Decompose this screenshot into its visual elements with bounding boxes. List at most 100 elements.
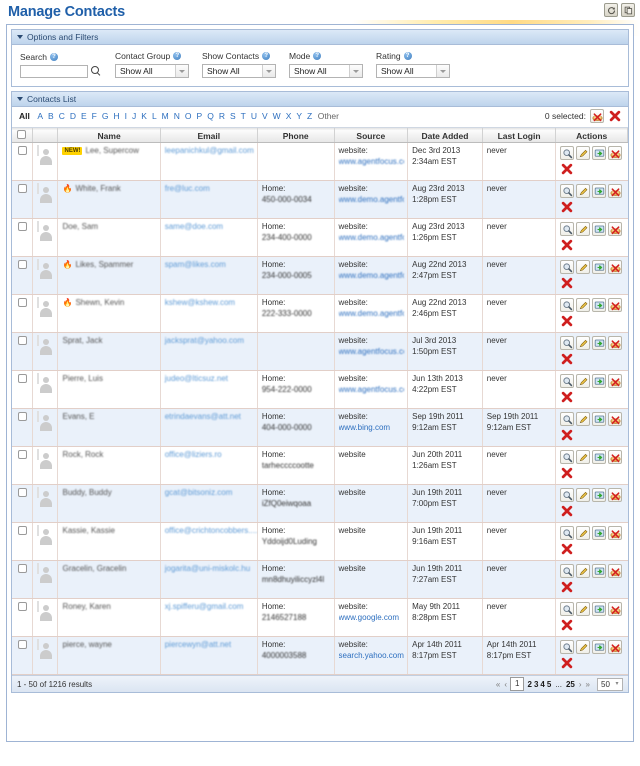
copy-icon[interactable]	[621, 3, 635, 17]
contact-email[interactable]: piercewyn@att.net	[165, 640, 231, 649]
view-icon[interactable]	[560, 564, 575, 578]
login-as-icon[interactable]	[592, 374, 607, 388]
row-checkbox[interactable]	[17, 260, 27, 269]
contact-name[interactable]: Gracelin, Gracelin	[62, 564, 126, 575]
contact-email[interactable]: office@crichtoncobbers....	[165, 526, 257, 535]
alpha-letter-Z[interactable]: Z	[305, 110, 315, 122]
contact-email[interactable]: jacksprat@yahoo.com	[165, 336, 244, 345]
alpha-letter-H[interactable]: H	[111, 110, 122, 122]
alpha-letter-N[interactable]: N	[171, 110, 182, 122]
delete-icon[interactable]	[560, 352, 574, 366]
mark-spam-icon[interactable]	[608, 222, 623, 236]
login-as-icon[interactable]	[592, 146, 607, 160]
login-as-icon[interactable]	[592, 602, 607, 616]
contact-name[interactable]: Kassie, Kassie	[62, 526, 114, 537]
source-link[interactable]: search.yahoo.com	[339, 651, 405, 662]
row-checkbox[interactable]	[17, 640, 27, 649]
delete-icon[interactable]	[560, 542, 574, 556]
contact-name[interactable]: pierce, wayne	[62, 640, 111, 651]
alpha-letter-U[interactable]: U	[248, 110, 259, 122]
row-checkbox[interactable]	[17, 298, 27, 307]
alpha-letter-K[interactable]: K	[139, 110, 150, 122]
delete-icon[interactable]	[560, 428, 574, 442]
edit-icon[interactable]	[576, 184, 591, 198]
mark-spam-icon[interactable]	[608, 146, 623, 160]
contact-name[interactable]: Lee, Supercow	[85, 146, 138, 157]
row-checkbox[interactable]	[17, 336, 27, 345]
page-first-button[interactable]: «	[495, 680, 501, 689]
contact-email[interactable]: office@liziers.ro	[165, 450, 222, 459]
mark-spam-icon[interactable]	[608, 640, 623, 654]
page-current[interactable]: 1	[510, 677, 525, 691]
contact-email[interactable]: jogarita@uni-miskolc.hu	[165, 564, 251, 573]
row-checkbox[interactable]	[17, 602, 27, 611]
delete-icon[interactable]	[560, 618, 574, 632]
source-link[interactable]: www.demo.agentfocus ...	[339, 271, 405, 282]
alpha-other[interactable]: Other	[315, 110, 342, 122]
contact-group-select[interactable]: Show All	[115, 64, 189, 78]
view-icon[interactable]	[560, 184, 575, 198]
edit-icon[interactable]	[576, 260, 591, 274]
mark-spam-icon[interactable]	[608, 488, 623, 502]
alpha-letter-B[interactable]: B	[46, 110, 57, 122]
view-icon[interactable]	[560, 298, 575, 312]
view-icon[interactable]	[560, 222, 575, 236]
delete-icon[interactable]	[560, 466, 574, 480]
per-page-select[interactable]: 50 ▾	[597, 677, 623, 691]
contact-email[interactable]: xj.spifferu@gmail.com	[165, 602, 244, 611]
col-phone[interactable]: Phone	[257, 128, 335, 143]
mark-spam-icon[interactable]	[608, 184, 623, 198]
source-link[interactable]: www.agentfocus.com	[339, 347, 405, 358]
contact-email[interactable]: gcat@bitsoniz.com	[165, 488, 233, 497]
source-link[interactable]: www.agentfocus.com	[339, 157, 405, 168]
contact-name[interactable]: Sprat, Jack	[62, 336, 102, 347]
edit-icon[interactable]	[576, 374, 591, 388]
page-next-button[interactable]: ›	[578, 680, 583, 689]
alpha-letter-D[interactable]: D	[67, 110, 78, 122]
edit-icon[interactable]	[576, 450, 591, 464]
col-source[interactable]: Source	[334, 128, 409, 143]
contact-email[interactable]: fre@luc.com	[165, 184, 210, 193]
row-checkbox[interactable]	[17, 412, 27, 421]
login-as-icon[interactable]	[592, 564, 607, 578]
view-icon[interactable]	[560, 260, 575, 274]
rating-select[interactable]: Show All	[376, 64, 450, 78]
table-row[interactable]: Doe, Sam same@doe.com Home: 234-400-0000 web…	[12, 218, 628, 257]
show-contacts-select[interactable]: Show All	[202, 64, 276, 78]
row-checkbox[interactable]	[17, 222, 27, 231]
contact-email[interactable]: kshew@kshew.com	[165, 298, 235, 307]
alpha-letter-P[interactable]: P	[194, 110, 205, 122]
view-icon[interactable]	[560, 640, 575, 654]
delete-icon[interactable]	[560, 162, 574, 176]
contact-email[interactable]: leepanichkul@gmail.com	[165, 146, 254, 155]
alpha-letter-C[interactable]: C	[56, 110, 67, 122]
contact-name[interactable]: Pierre, Luis	[62, 374, 102, 385]
alpha-letter-G[interactable]: G	[99, 110, 111, 122]
view-icon[interactable]	[560, 526, 575, 540]
table-row[interactable]: Kassie, Kassie office@crichtoncobbers....…	[12, 522, 628, 561]
source-link[interactable]: www.demo.agentfocus ...	[339, 233, 405, 244]
login-as-icon[interactable]	[592, 260, 607, 274]
table-row[interactable]: Pierre, Luis judeo@lticsuz.net Home: 954-22…	[12, 370, 628, 409]
alpha-letter-A[interactable]: A	[35, 110, 46, 122]
search-input[interactable]	[20, 65, 88, 78]
page-button-2[interactable]: 2	[526, 680, 532, 689]
mark-spam-icon[interactable]	[608, 412, 623, 426]
page-button-4[interactable]: 4	[539, 680, 545, 689]
login-as-icon[interactable]	[592, 222, 607, 236]
contact-name[interactable]: Likes, Spammer	[75, 260, 133, 271]
login-as-icon[interactable]	[592, 184, 607, 198]
row-checkbox[interactable]	[17, 564, 27, 573]
select-all-checkbox[interactable]	[17, 130, 27, 139]
alpha-letter-V[interactable]: V	[259, 110, 270, 122]
help-icon[interactable]: ?	[262, 52, 271, 60]
delete-icon[interactable]	[560, 238, 574, 252]
source-link[interactable]: www.demo.agentfocus ...	[339, 195, 405, 206]
alpha-all[interactable]: All	[16, 110, 33, 122]
mark-spam-icon[interactable]	[608, 260, 623, 274]
edit-icon[interactable]	[576, 222, 591, 236]
contact-name[interactable]: Doe, Sam	[62, 222, 98, 233]
source-link[interactable]: www.demo.agentfocus ...	[339, 309, 405, 320]
col-email[interactable]: Email	[160, 128, 258, 143]
edit-icon[interactable]	[576, 640, 591, 654]
